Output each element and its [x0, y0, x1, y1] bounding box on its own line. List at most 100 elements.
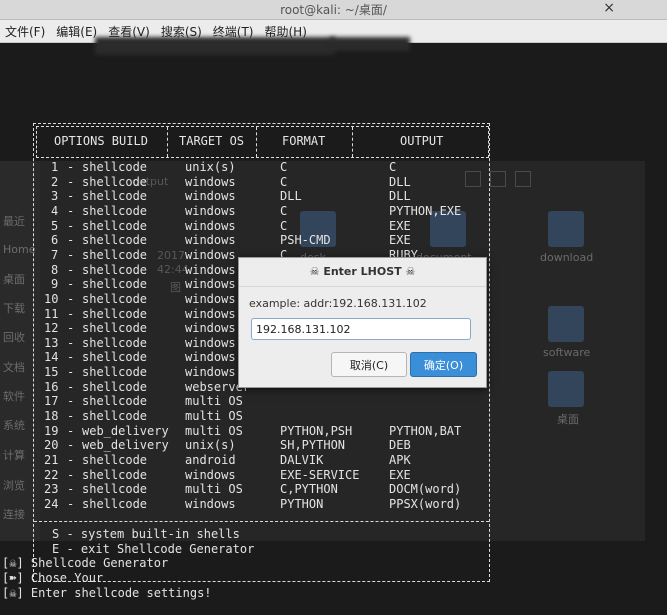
- row-target-os: multi OS: [185, 482, 243, 497]
- menu-file[interactable]: 文件(F): [0, 20, 51, 40]
- row-number: 2: [51, 174, 59, 189]
- row-target-os: windows: [185, 350, 236, 365]
- row-target-os: windows: [185, 247, 236, 262]
- table-row: 19- web_delivery multi OS PYTHON,PSH PYTHON,…: [34, 424, 489, 438]
- row-number: 14: [44, 350, 59, 365]
- row-dash: -: [67, 203, 75, 218]
- fm-sidebar-item: 下载: [3, 302, 25, 315]
- row-number: 5: [51, 218, 59, 233]
- column-divider: [352, 127, 353, 157]
- dialog-prompt: example: addr:192.168.131.102: [249, 297, 427, 310]
- row-option-name: shellcode: [82, 453, 148, 467]
- prompt-line: [☠] Shellcode Generator: [2, 556, 169, 570]
- row-format: PYTHON: [280, 496, 324, 511]
- row-option-name: shellcode: [82, 291, 148, 306]
- enter-lhost-dialog: ☠ Enter LHOST ☠ example: addr:192.168.13…: [238, 257, 487, 388]
- row-target-os: android: [185, 453, 236, 467]
- row-number: 7: [51, 247, 59, 262]
- fm-sidebar-item: 系统: [3, 419, 25, 432]
- row-dash: -: [67, 233, 75, 248]
- row-output: APK: [389, 453, 411, 467]
- row-number: 3: [51, 189, 59, 204]
- row-option-name: shellcode: [82, 247, 148, 262]
- row-output: EXE: [389, 467, 411, 482]
- folder-icon: [548, 211, 584, 247]
- row-format: DALVIK: [280, 453, 324, 467]
- row-target-os: windows: [185, 306, 236, 321]
- table-row: 21- shellcode android DALVIK APK: [34, 453, 489, 467]
- row-dash: -: [67, 453, 75, 467]
- row-option-name: shellcode: [82, 277, 148, 292]
- row-number: 22: [44, 467, 59, 482]
- row-dash: -: [67, 482, 75, 497]
- row-target-os: windows: [185, 174, 236, 189]
- row-target-os: windows: [185, 291, 236, 306]
- row-number: 21: [44, 453, 59, 467]
- row-option-name: shellcode: [82, 350, 148, 365]
- row-output: PYTHON,EXE: [389, 203, 462, 218]
- footer-exit: E - exit Shellcode Generator: [52, 542, 255, 556]
- row-format: EXE-SERVICE: [280, 467, 360, 482]
- row-output: DLL: [389, 189, 411, 204]
- ok-button[interactable]: 确定(O): [410, 352, 477, 377]
- table-row: 23- shellcode multi OS C,PYTHON DOCM(word): [34, 482, 489, 496]
- fm-toolbar-icon: [515, 171, 531, 187]
- row-option-name: shellcode: [82, 482, 148, 497]
- folder-icon: [548, 306, 584, 342]
- column-divider: [167, 127, 168, 157]
- row-dash: -: [67, 365, 75, 380]
- row-output: PYTHON,BAT: [389, 423, 462, 438]
- row-number: 8: [51, 262, 59, 277]
- row-number: 18: [44, 409, 59, 424]
- header-options-build: OPTIONS BUILD: [54, 134, 148, 148]
- row-number: 13: [44, 335, 59, 350]
- row-number: 9: [51, 277, 59, 292]
- row-target-os: unix(s): [185, 438, 236, 453]
- row-option-name: web_delivery: [82, 438, 169, 453]
- row-dash: -: [67, 467, 75, 482]
- row-dash: -: [67, 379, 75, 394]
- row-dash: -: [67, 306, 75, 321]
- row-dash: -: [67, 247, 75, 262]
- row-target-os: multi OS: [185, 423, 243, 438]
- column-divider: [256, 127, 257, 157]
- blurred-text: [330, 37, 410, 51]
- row-option-name: shellcode: [82, 233, 148, 248]
- folder-icon: [548, 371, 584, 407]
- lhost-input[interactable]: 192.168.131.102: [251, 318, 471, 340]
- table-header: OPTIONS BUILD TARGET OS FORMAT OUTPUT: [36, 126, 489, 158]
- table-separator: [34, 521, 489, 522]
- table-row: 22- shellcode windows EXE-SERVICE EXE: [34, 468, 489, 482]
- row-option-name: shellcode: [82, 321, 148, 336]
- table-row: 24- shellcode windows PYTHON PPSX(word): [34, 497, 489, 511]
- row-format: SH,PYTHON: [280, 438, 346, 453]
- row-option-name: shellcode: [82, 160, 148, 174]
- row-dash: -: [67, 394, 75, 409]
- row-output: DLL: [389, 174, 411, 189]
- table-row: 20- web_delivery unix(s) SH,PYTHON DEB: [34, 438, 489, 452]
- row-format: DLL: [280, 189, 302, 204]
- row-target-os: windows: [185, 277, 236, 292]
- row-option-name: shellcode: [82, 203, 148, 218]
- fm-toolbar-icon: [490, 171, 506, 187]
- row-format: C: [280, 218, 288, 233]
- row-format: C,PYTHON: [280, 482, 338, 497]
- row-number: 12: [44, 321, 59, 336]
- row-number: 1: [51, 160, 59, 174]
- row-dash: -: [67, 496, 75, 511]
- row-dash: -: [67, 262, 75, 277]
- blurred-text: [95, 37, 335, 55]
- row-format: C: [280, 203, 288, 218]
- row-output: C: [389, 160, 397, 174]
- row-option-name: shellcode: [82, 365, 148, 380]
- row-dash: -: [67, 160, 75, 174]
- window-titlebar: root@kali: ~/桌面/ ×: [0, 0, 667, 20]
- fm-sidebar-item: 回收: [3, 331, 25, 344]
- row-number: 23: [44, 482, 59, 497]
- row-format: C: [280, 160, 288, 174]
- cancel-button[interactable]: 取消(C): [331, 352, 407, 377]
- header-target-os: TARGET OS: [179, 134, 245, 148]
- close-window-button[interactable]: ×: [603, 0, 615, 16]
- row-dash: -: [67, 350, 75, 365]
- fm-sidebar-item: 桌面: [3, 273, 25, 286]
